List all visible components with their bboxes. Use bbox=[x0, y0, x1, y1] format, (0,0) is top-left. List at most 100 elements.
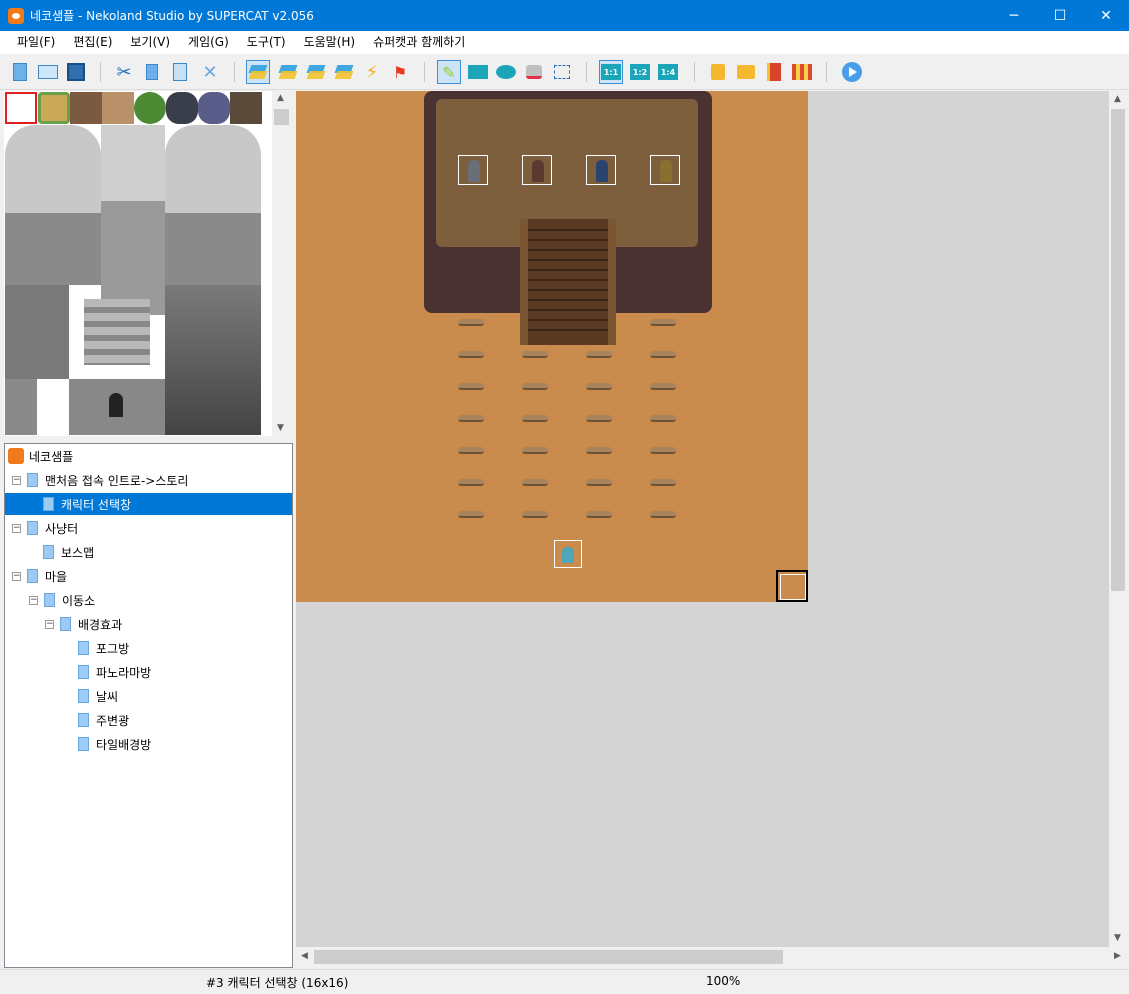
character-event-knight[interactable] bbox=[458, 155, 488, 185]
tile-wood-circle[interactable] bbox=[70, 92, 102, 124]
tile-dark-pit[interactable] bbox=[166, 92, 198, 124]
menu-file[interactable]: 파일(F) bbox=[8, 31, 64, 54]
book-icon[interactable] bbox=[762, 60, 786, 84]
tree-item-background-effects[interactable]: − 배경효과 bbox=[5, 613, 292, 635]
tree-item-label: 맨처음 접속 인트로->스토리 bbox=[45, 473, 189, 488]
scroll-right-arrow-icon[interactable]: ▶ bbox=[1114, 951, 1121, 961]
scroll-down-arrow-icon[interactable]: ▼ bbox=[277, 423, 284, 433]
tree-item-panorama-room[interactable]: 파노라마방 bbox=[5, 661, 292, 683]
tree-item-boss-map[interactable]: 보스맵 bbox=[5, 541, 292, 563]
map-file-icon bbox=[78, 737, 89, 751]
tree-item-village[interactable]: − 마을 bbox=[5, 565, 292, 587]
maximize-button[interactable]: ☐ bbox=[1037, 0, 1083, 31]
play-icon[interactable] bbox=[840, 60, 864, 84]
collapse-toggle-icon[interactable]: − bbox=[12, 475, 21, 485]
character-event-brown[interactable] bbox=[522, 155, 552, 185]
toolbar: ✂ ✕ ⚡ ⚑ ✎ 1:1 1:2 1:4 bbox=[0, 54, 1129, 90]
layer-4-icon[interactable] bbox=[332, 60, 356, 84]
menu-game[interactable]: 게임(G) bbox=[179, 31, 238, 54]
delete-icon[interactable]: ✕ bbox=[198, 60, 222, 84]
cut-icon[interactable]: ✂ bbox=[112, 60, 136, 84]
map-tree: 네코샘플 − 맨처음 접속 인트로->스토리 캐릭터 선택창 − 사냥터 보스맵… bbox=[4, 443, 293, 968]
tile-sand[interactable] bbox=[38, 92, 70, 124]
tree-item-intro[interactable]: − 맨처음 접속 인트로->스토리 bbox=[5, 469, 292, 491]
collapse-toggle-icon[interactable]: − bbox=[12, 571, 21, 581]
tile-palette[interactable]: ▲ ▼ bbox=[4, 91, 291, 436]
tile-purple-pit[interactable] bbox=[198, 92, 230, 124]
collapse-toggle-icon[interactable]: − bbox=[45, 619, 54, 629]
tile-rock-dark[interactable] bbox=[165, 285, 261, 435]
map-hscroll-thumb[interactable] bbox=[314, 950, 783, 964]
map-editor-canvas[interactable] bbox=[296, 91, 1109, 947]
menu-help[interactable]: 도움말(H) bbox=[295, 31, 365, 54]
layer-1-icon[interactable] bbox=[246, 60, 270, 84]
map-area[interactable] bbox=[296, 91, 808, 602]
tile-rock-steps[interactable] bbox=[84, 299, 150, 365]
scroll-up-arrow-icon[interactable]: ▲ bbox=[1114, 94, 1121, 104]
tree-item-root[interactable]: 네코샘플 bbox=[5, 445, 292, 467]
tile-dirt-pit[interactable] bbox=[230, 92, 262, 124]
music-folder-icon[interactable] bbox=[734, 60, 758, 84]
layer-2-icon[interactable] bbox=[276, 60, 300, 84]
fountain-event[interactable] bbox=[554, 540, 582, 568]
rectangle-icon[interactable] bbox=[466, 60, 490, 84]
new-file-icon[interactable] bbox=[8, 60, 32, 84]
map-horizontal-scrollbar[interactable]: ◀ ▶ bbox=[296, 948, 1127, 966]
selection-icon[interactable] bbox=[550, 60, 574, 84]
collapse-toggle-icon[interactable]: − bbox=[12, 523, 21, 533]
scroll-left-arrow-icon[interactable]: ◀ bbox=[301, 951, 308, 961]
menu-view[interactable]: 보기(V) bbox=[121, 31, 179, 54]
tree-item-ambient-light[interactable]: 주변광 bbox=[5, 709, 292, 731]
tile-empty-selected[interactable] bbox=[5, 92, 37, 124]
tile-palette-scrollbar[interactable]: ▲ ▼ bbox=[272, 91, 291, 436]
menu-community[interactable]: 슈퍼캣과 함께하기 bbox=[364, 31, 474, 54]
tile-cave-entrance[interactable] bbox=[69, 379, 165, 435]
status-bar: #3 캐릭터 선택창 (16x16) 100% bbox=[0, 969, 1129, 994]
map-file-icon bbox=[27, 569, 38, 583]
character-event-blue[interactable] bbox=[586, 155, 616, 185]
map-vertical-scrollbar[interactable]: ▲ ▼ bbox=[1109, 91, 1127, 947]
tile-cursor bbox=[776, 570, 808, 602]
scale-1-1-icon[interactable]: 1:1 bbox=[599, 60, 623, 84]
menu-tools[interactable]: 도구(T) bbox=[238, 31, 295, 54]
copy-icon[interactable] bbox=[140, 60, 164, 84]
tile-cliff-middle[interactable] bbox=[101, 125, 165, 315]
tree-item-character-select[interactable]: 캐릭터 선택창 bbox=[5, 493, 292, 515]
tree-item-fog-room[interactable]: 포그방 bbox=[5, 637, 292, 659]
tile-bush[interactable] bbox=[134, 92, 166, 124]
map-tree-icon[interactable] bbox=[706, 60, 730, 84]
tree-item-hunting-ground[interactable]: − 사냥터 bbox=[5, 517, 292, 539]
minimize-button[interactable]: ─ bbox=[991, 0, 1037, 31]
save-icon[interactable] bbox=[64, 60, 88, 84]
tile-scroll-thumb[interactable] bbox=[274, 109, 289, 125]
tile-rock-wall[interactable] bbox=[5, 285, 69, 379]
menu-edit[interactable]: 편집(E) bbox=[64, 31, 121, 54]
collapse-toggle-icon[interactable]: − bbox=[29, 595, 38, 605]
tree-item-tile-background-room[interactable]: 타일배경방 bbox=[5, 733, 292, 755]
shop-icon[interactable] bbox=[790, 60, 814, 84]
status-zoom: 100% bbox=[706, 974, 741, 988]
scale-1-2-icon[interactable]: 1:2 bbox=[628, 60, 652, 84]
flag-icon[interactable]: ⚑ bbox=[388, 60, 412, 84]
paste-icon[interactable] bbox=[168, 60, 192, 84]
tile-cliff-left[interactable] bbox=[5, 125, 101, 285]
tree-item-teleport[interactable]: − 이동소 bbox=[5, 589, 292, 611]
app-cat-icon bbox=[8, 7, 24, 24]
ellipse-icon[interactable] bbox=[494, 60, 518, 84]
scroll-down-arrow-icon[interactable]: ▼ bbox=[1114, 933, 1121, 943]
fill-bucket-icon[interactable] bbox=[522, 60, 546, 84]
pencil-icon[interactable]: ✎ bbox=[437, 60, 461, 84]
scroll-up-arrow-icon[interactable]: ▲ bbox=[277, 93, 284, 103]
tile-wood-light[interactable] bbox=[102, 92, 134, 124]
event-lightning-icon[interactable]: ⚡ bbox=[360, 60, 384, 84]
map-vscroll-thumb[interactable] bbox=[1111, 109, 1125, 591]
tree-item-label: 캐릭터 선택창 bbox=[61, 497, 132, 512]
layer-3-icon[interactable] bbox=[304, 60, 328, 84]
tile-rock-small[interactable] bbox=[5, 379, 37, 435]
tile-cliff-right[interactable] bbox=[165, 125, 261, 285]
close-button[interactable]: ✕ bbox=[1083, 0, 1129, 31]
tree-item-weather[interactable]: 날씨 bbox=[5, 685, 292, 707]
scale-1-4-icon[interactable]: 1:4 bbox=[656, 60, 680, 84]
character-event-gold[interactable] bbox=[650, 155, 680, 185]
open-folder-icon[interactable] bbox=[36, 60, 60, 84]
